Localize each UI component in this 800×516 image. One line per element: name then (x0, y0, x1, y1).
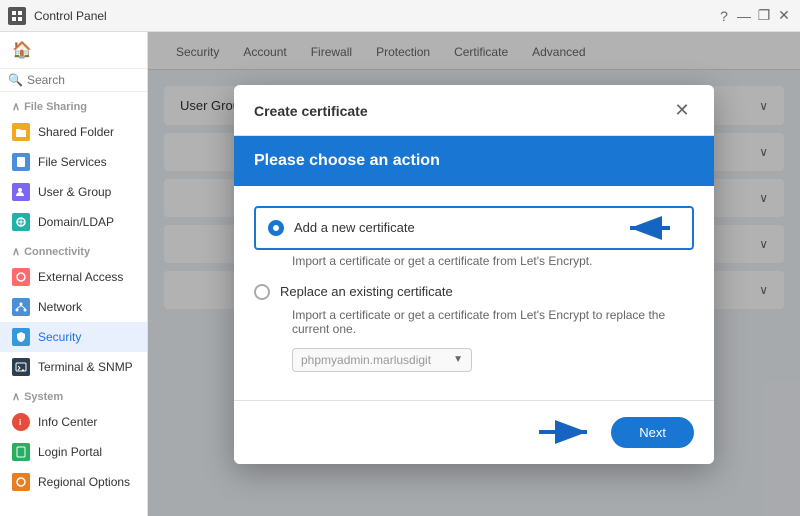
modal-title: Create certificate (254, 103, 368, 119)
app-title: Control Panel (34, 9, 107, 23)
minimize-button[interactable]: — (736, 8, 752, 24)
option-add-new-label: Add a new certificate (294, 220, 415, 235)
login-icon (12, 443, 30, 461)
regional-icon (12, 473, 30, 491)
section-file-sharing: ∧ File Sharing (0, 92, 147, 117)
certificate-dropdown[interactable]: phpmyadmin.marlusdigit ▼ (292, 348, 472, 372)
main-layout: 🏠 🔍 ∧ File Sharing Shared Folder File Se… (0, 32, 800, 516)
section-system: ∧ System (0, 382, 147, 407)
chevron-down-icon: ∧ (12, 100, 20, 113)
sidebar: 🏠 🔍 ∧ File Sharing Shared Folder File Se… (0, 32, 148, 516)
modal-footer: Next (234, 400, 714, 464)
terminal-icon (12, 358, 30, 376)
external-access-icon (12, 268, 30, 286)
modal-header: Create certificate ✕ (234, 85, 714, 136)
sidebar-item-security[interactable]: Security (0, 322, 147, 352)
dropdown-chevron-icon: ▼ (453, 354, 463, 365)
radio-add-new-dot (268, 220, 284, 236)
section-connectivity: ∧ Connectivity (0, 237, 147, 262)
shared-folder-icon (12, 123, 30, 141)
info-icon: i (12, 413, 30, 431)
search-input[interactable] (27, 73, 139, 87)
replace-dropdown: phpmyadmin.marlusdigit ▼ (292, 348, 694, 372)
svg-text:i: i (19, 418, 21, 427)
modal-action-header: Please choose an action (234, 136, 714, 186)
chevron-conn-icon: ∧ (12, 245, 20, 258)
option-replace-desc: Import a certificate or get a certificat… (292, 308, 694, 336)
sidebar-search-container: 🔍 (0, 69, 147, 92)
option-replace-label: Replace an existing certificate (280, 284, 453, 299)
sidebar-item-network[interactable]: Network (0, 292, 147, 322)
option-replace-row[interactable]: Replace an existing certificate (254, 280, 694, 304)
sidebar-item-shared-folder[interactable]: Shared Folder (0, 117, 147, 147)
sidebar-item-external-access[interactable]: External Access (0, 262, 147, 292)
sidebar-item-user-group[interactable]: User & Group (0, 177, 147, 207)
option-add-new-row[interactable]: Add a new certificate (254, 206, 694, 250)
close-button[interactable]: ✕ (776, 8, 792, 24)
next-button[interactable]: Next (611, 417, 694, 448)
create-certificate-modal: Create certificate ✕ Please choose an ac… (234, 85, 714, 464)
option-replace: Replace an existing certificate Import a… (254, 280, 694, 372)
window-controls: ? — ❐ ✕ (716, 8, 792, 24)
arrow-annotation-2 (539, 420, 599, 444)
sidebar-item-file-services[interactable]: File Services (0, 147, 147, 177)
option-add-new-desc: Import a certificate or get a certificat… (292, 254, 694, 268)
user-group-icon (12, 183, 30, 201)
radio-replace-dot (254, 284, 270, 300)
security-icon (12, 328, 30, 346)
sidebar-item-domain-ldap[interactable]: Domain/LDAP (0, 207, 147, 237)
sidebar-item-info-center[interactable]: i Info Center (0, 407, 147, 437)
search-icon: 🔍 (8, 73, 23, 87)
title-bar: Control Panel ? — ❐ ✕ (0, 0, 800, 32)
network-icon (12, 298, 30, 316)
chevron-sys-icon: ∧ (12, 390, 20, 403)
home-icon: 🏠 (12, 40, 32, 60)
option-add-new: Add a new certificate (254, 206, 694, 268)
sidebar-item-login-portal[interactable]: Login Portal (0, 437, 147, 467)
help-button[interactable]: ? (716, 8, 732, 24)
arrow-annotation-1 (620, 216, 680, 240)
sidebar-item-terminal-snmp[interactable]: Terminal & SNMP (0, 352, 147, 382)
modal-close-button[interactable]: ✕ (670, 99, 694, 123)
content-area: Security Account Firewall Protection Cer… (148, 32, 800, 516)
modal-content: Add a new certificate (234, 186, 714, 400)
maximize-button[interactable]: ❐ (756, 8, 772, 24)
sidebar-item-regional-options[interactable]: Regional Options (0, 467, 147, 497)
sidebar-home[interactable]: 🏠 (0, 32, 147, 69)
modal-action-title: Please choose an action (254, 152, 440, 169)
domain-icon (12, 213, 30, 231)
app-icon (8, 7, 26, 25)
file-services-icon (12, 153, 30, 171)
modal-overlay: Create certificate ✕ Please choose an ac… (148, 32, 800, 516)
